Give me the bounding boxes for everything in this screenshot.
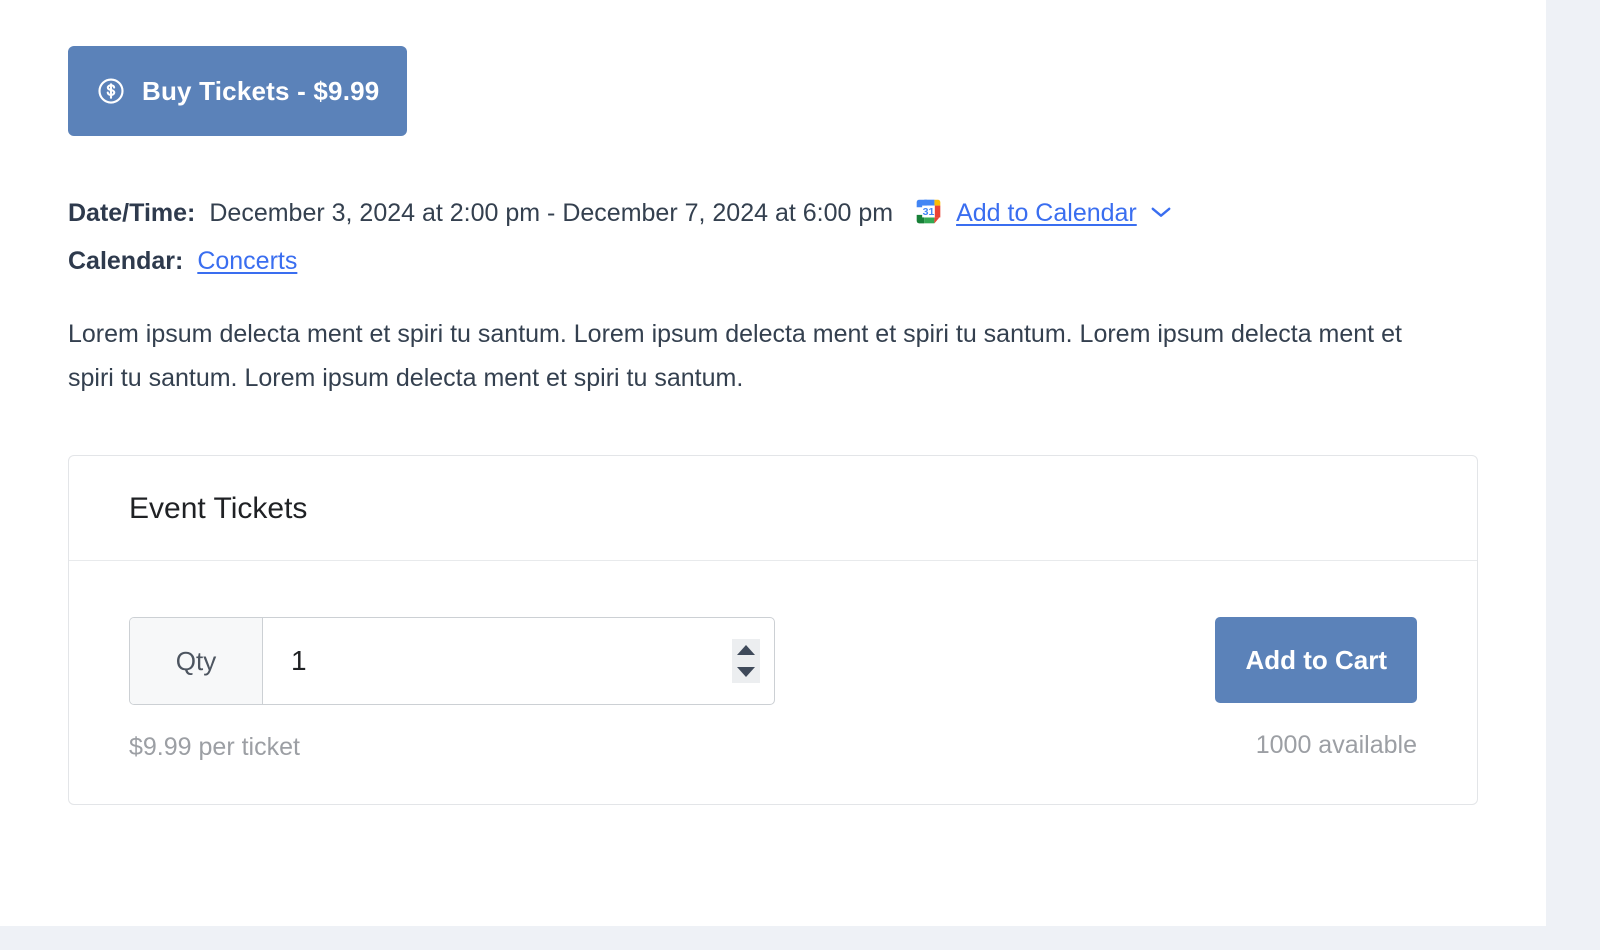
quantity-input[interactable]: [263, 645, 774, 677]
quantity-block: Qty $9.99 per ticket: [69, 617, 775, 762]
buy-tickets-button[interactable]: Buy Tickets - $9.99: [68, 46, 408, 136]
quantity-label: Qty: [130, 618, 263, 704]
card-header: Event Tickets: [69, 456, 1477, 561]
price-per-ticket: $9.99 per ticket: [129, 733, 300, 761]
quantity-stepper[interactable]: Qty: [129, 617, 775, 705]
calendar-label: Calendar:: [68, 247, 184, 275]
add-to-calendar-link[interactable]: Add to Calendar: [956, 199, 1137, 228]
buy-tickets-label: Buy Tickets - $9.99: [142, 75, 380, 106]
svg-text:31: 31: [923, 206, 935, 218]
card-title: Event Tickets: [129, 492, 308, 525]
page-sheet: Buy Tickets - $9.99 Date/Time: December …: [0, 0, 1546, 926]
spinner-up-icon[interactable]: [737, 645, 755, 655]
dollar-circle-icon: [96, 76, 126, 106]
google-calendar-icon: 31: [915, 198, 942, 225]
add-to-cart-button[interactable]: Add to Cart: [1215, 617, 1417, 703]
availability-text: 1000 available: [1255, 731, 1417, 759]
spinner-down-icon[interactable]: [737, 667, 755, 677]
datetime-value: December 3, 2024 at 2:00 pm - December 7…: [209, 199, 894, 227]
chevron-down-icon[interactable]: [1150, 197, 1172, 217]
quantity-spinner[interactable]: [732, 639, 760, 683]
datetime-label: Date/Time:: [68, 199, 196, 227]
event-tickets-card: Event Tickets Qty $9.99 per ticket: [68, 455, 1478, 805]
calendar-category-link[interactable]: Concerts: [197, 247, 297, 276]
quantity-field[interactable]: [263, 618, 774, 704]
datetime-row: Date/Time: December 3, 2024 at 2:00 pm -…: [68, 194, 1172, 228]
cart-block: Add to Cart 1000 available: [1215, 617, 1477, 760]
calendar-row: Calendar: Concerts: [68, 247, 297, 276]
event-description: Lorem ipsum delecta ment et spiri tu san…: [68, 320, 1402, 392]
card-body: Qty $9.99 per ticket Add to Cart 1000 av…: [69, 561, 1477, 804]
